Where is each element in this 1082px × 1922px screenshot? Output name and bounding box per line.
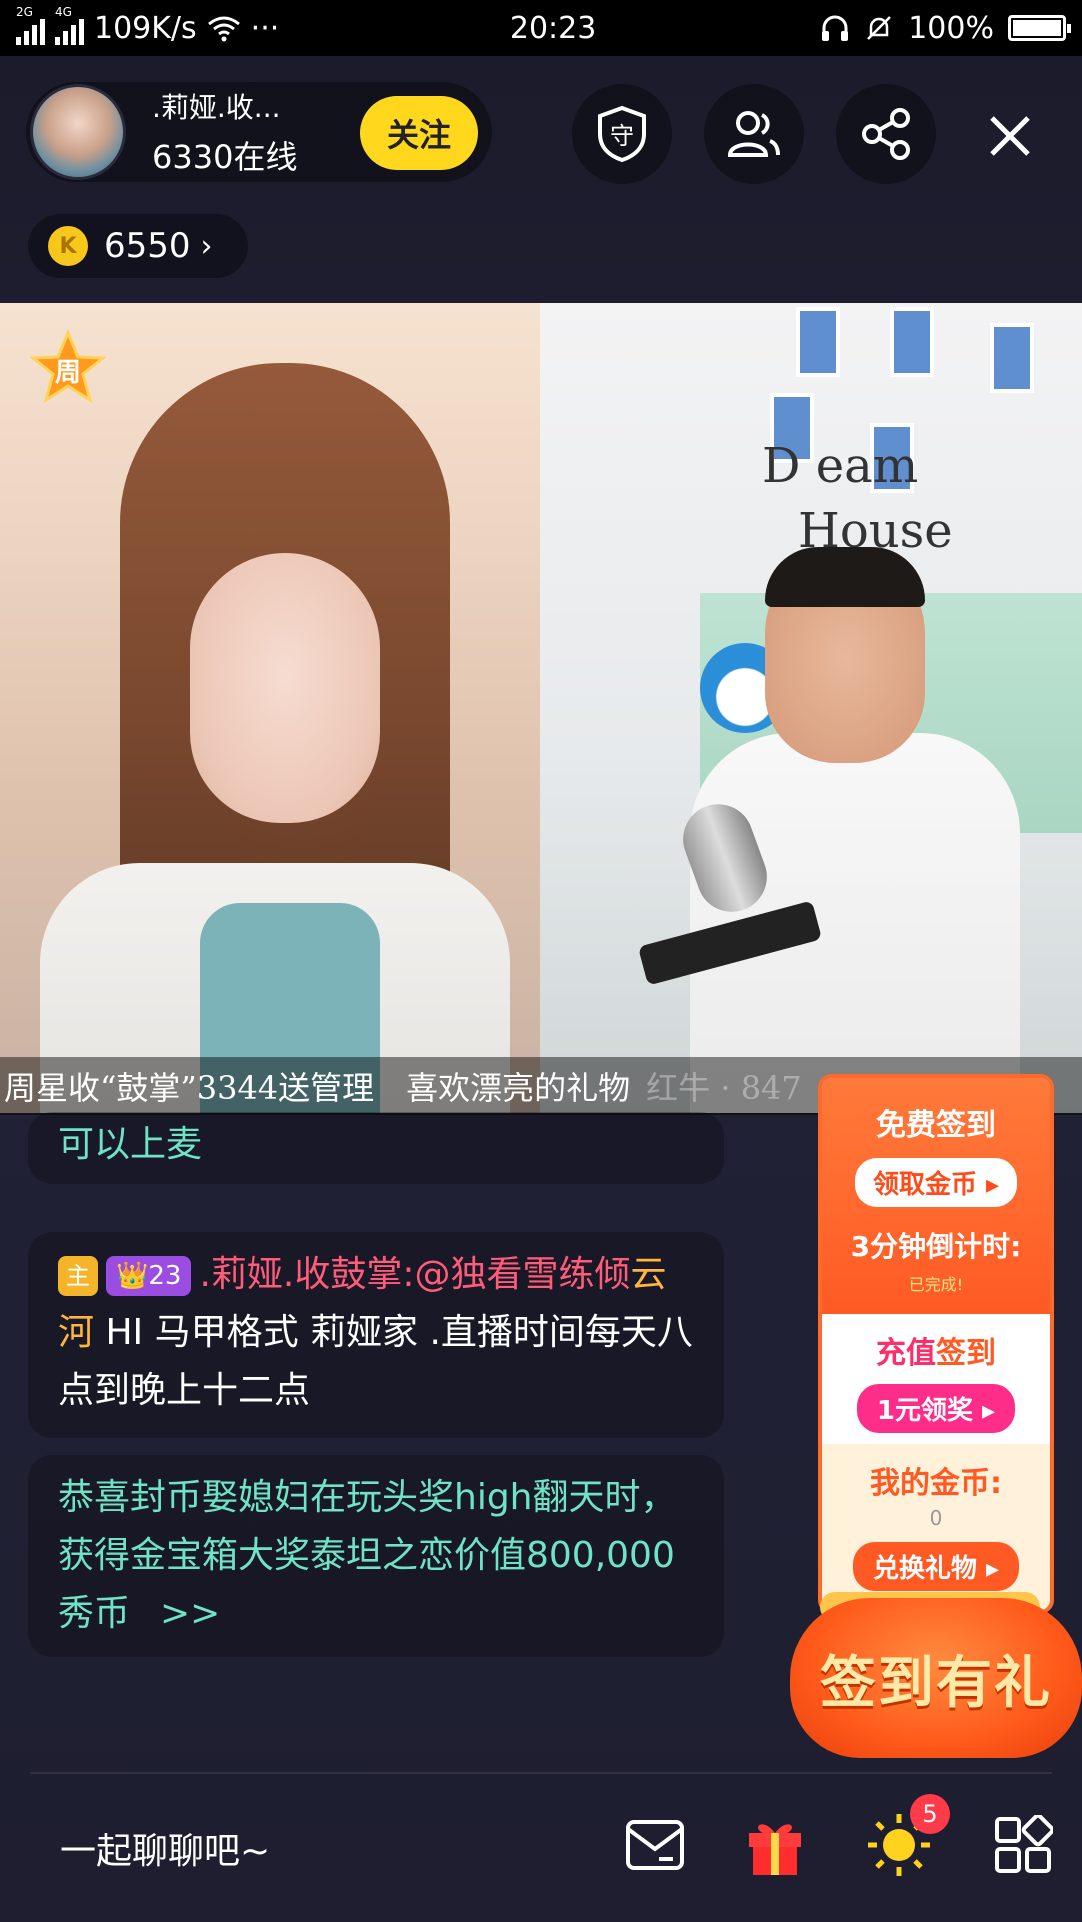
notification-badge: 5 bbox=[910, 1794, 950, 1834]
marquee-text: 周星收“鼓掌”3344送管理 喜欢漂亮的礼物 bbox=[4, 1069, 631, 1107]
message-button[interactable] bbox=[620, 1810, 690, 1880]
anchor-name: .莉娅.收... bbox=[152, 91, 281, 124]
divider bbox=[30, 1772, 1052, 1774]
coin-icon: K bbox=[48, 226, 88, 266]
chat-message[interactable]: 恭喜封币娶媳妇在玩头奖high翻天时，获得金宝箱大奖泰坦之恋价值800,000秀… bbox=[28, 1455, 724, 1657]
chat-message: 可以上麦 bbox=[28, 1112, 724, 1184]
level-badge: 👑23 bbox=[106, 1256, 192, 1296]
gift-icon bbox=[749, 1824, 801, 1875]
follow-button[interactable]: 关注 bbox=[360, 96, 478, 170]
battery-icon bbox=[1008, 15, 1071, 41]
signal-2g-icon: 2G bbox=[16, 5, 45, 45]
battery-percent: 100% bbox=[908, 10, 994, 46]
chat-input[interactable]: 一起聊聊吧~ bbox=[60, 1822, 270, 1874]
signin-title: 免费签到 bbox=[876, 1108, 996, 1143]
my-coins-label: 我的金币: bbox=[870, 1466, 1002, 1501]
chat-message: 主 👑23 .莉娅.收鼓掌:@独看雪练倾云河 HI 马甲格式 莉娅家 .直播时间每天… bbox=[28, 1232, 724, 1438]
network-speed: 109K/s bbox=[94, 10, 197, 46]
recharge-reward-button[interactable]: 1元领奖 ▸ bbox=[856, 1384, 1016, 1433]
coin-balance-pill[interactable]: K 6550 › bbox=[28, 214, 248, 278]
close-icon bbox=[990, 116, 1030, 156]
users-icon bbox=[727, 111, 780, 157]
online-count: 6330在线 bbox=[152, 138, 298, 176]
countdown-status: 已完成! bbox=[908, 1275, 964, 1294]
headphone-icon bbox=[822, 15, 849, 41]
close-button[interactable] bbox=[970, 96, 1050, 176]
recharge-signin-title: 充值签到 bbox=[876, 1336, 996, 1371]
guard-button[interactable]: 守 bbox=[572, 84, 672, 184]
marquee-faded-text: 红牛 · 847 bbox=[646, 1069, 802, 1107]
coin-value: 6550 bbox=[104, 226, 191, 266]
more-dots: ··· bbox=[250, 10, 280, 46]
chat-username[interactable]: .莉娅.收鼓掌:@独看雪练倾 bbox=[199, 1254, 630, 1295]
my-coins-value: 0 bbox=[929, 1506, 943, 1530]
more-menu-button[interactable] bbox=[988, 1810, 1058, 1880]
svg-text:守: 守 bbox=[610, 122, 634, 150]
gift-button[interactable] bbox=[740, 1810, 810, 1880]
more-link[interactable]: >> bbox=[160, 1593, 220, 1634]
grid-icon bbox=[995, 1815, 1053, 1873]
signin-panel[interactable]: 免费签到 领取金币 ▸ 3分钟倒计时: 已完成! 充值签到 1元领奖 ▸ 我的金… bbox=[818, 1074, 1054, 1614]
status-bar: 2G 4G 109K/s ··· 20:23 100% bbox=[0, 0, 1082, 56]
wifi-icon bbox=[207, 16, 240, 42]
host-video bbox=[0, 303, 540, 1113]
wall-text-dream: D eam bbox=[762, 438, 919, 494]
shield-icon: 守 bbox=[598, 105, 646, 163]
audience-button[interactable] bbox=[704, 84, 804, 184]
mute-bell-icon bbox=[867, 16, 892, 40]
exchange-gift-button[interactable]: 兑换礼物 ▸ bbox=[852, 1542, 1020, 1591]
clock: 20:23 bbox=[509, 10, 597, 46]
week-star-badge[interactable]: 周 bbox=[30, 330, 106, 406]
chevron-right-icon: › bbox=[200, 228, 213, 264]
host-badge: 主 bbox=[58, 1256, 98, 1296]
countdown-label: 3分钟倒计时: bbox=[850, 1230, 1022, 1263]
mail-icon bbox=[626, 1820, 684, 1870]
live-video[interactable]: D eam House bbox=[0, 303, 1082, 1113]
share-icon bbox=[862, 108, 910, 160]
share-button[interactable] bbox=[836, 84, 936, 184]
signal-4g-icon: 4G bbox=[55, 5, 84, 45]
claim-coins-button[interactable]: 领取金币 ▸ bbox=[854, 1158, 1018, 1207]
guest-video: D eam House bbox=[540, 303, 1082, 1113]
anchor-avatar[interactable] bbox=[30, 84, 126, 180]
signin-gift-bag[interactable]: 签到有礼 bbox=[790, 1598, 1082, 1758]
